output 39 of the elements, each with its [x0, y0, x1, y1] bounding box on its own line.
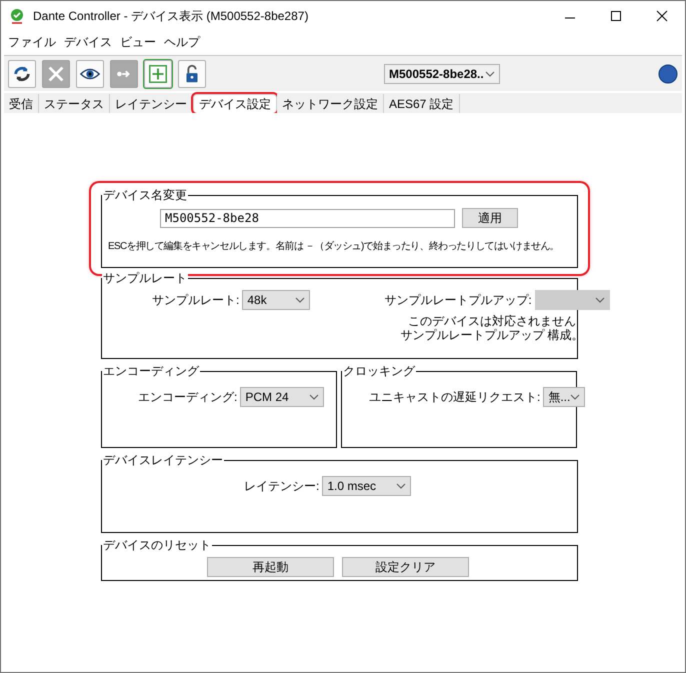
note-text: このデバイスは対応されません: [408, 314, 576, 328]
chevron-icon: [309, 394, 320, 400]
eye-icon[interactable]: [76, 60, 104, 88]
plus-icon[interactable]: [144, 60, 172, 88]
field-label: ユニキャストの遅延リクエスト:: [369, 389, 540, 406]
chevron-icon: [295, 297, 306, 303]
group-title: クロッキング: [342, 365, 416, 377]
check-logo-icon: [9, 8, 25, 24]
chevron-icon: [570, 394, 580, 400]
menu-item[interactable]: ヘルプ: [160, 33, 204, 51]
field-label: サンプルレートプルアップ:: [384, 292, 532, 309]
group-title: サンプルレート: [102, 272, 188, 284]
window-title: Dante Controller - デバイス表示 (M500552-8be287): [33, 8, 308, 25]
field-label: サンプルレート:: [152, 292, 240, 309]
hint-text: ESCを押して編集をキャンセルします。名前は －（ダッシュ)で始まったり、終わったりしてはいけません。: [108, 240, 560, 254]
tab[interactable]: デバイス設定: [193, 94, 277, 113]
menu-item[interactable]: デバイス: [60, 33, 116, 51]
dropdown[interactable]: M500552-8be28..: [384, 64, 500, 84]
refresh-icon[interactable]: [8, 60, 36, 88]
chevron-icon: [594, 297, 605, 303]
menu-item[interactable]: ビュー: [116, 33, 160, 51]
apply-button[interactable]: 適用: [462, 208, 518, 228]
chevron-icon: [485, 70, 495, 76]
reset-button[interactable]: 設定クリア: [342, 557, 469, 577]
group-title: デバイスレイテンシー: [102, 454, 224, 466]
name-field[interactable]: M500552-8be28: [160, 208, 455, 228]
reset-button[interactable]: 再起動: [207, 557, 334, 577]
note-text: サンプルレートプルアップ 構成。: [400, 328, 584, 342]
field-label: エンコーディング:: [138, 389, 238, 406]
dropdown[interactable]: 1.0 msec: [322, 476, 412, 496]
field-label: レイテンシー:: [244, 478, 320, 495]
dropdown[interactable]: PCM 24: [240, 387, 324, 407]
dropdown[interactable]: 無...: [543, 387, 586, 407]
menu-item[interactable]: ファイル: [4, 33, 60, 51]
padlock-icon[interactable]: [178, 60, 206, 88]
group-title: デバイス名変更: [102, 189, 188, 201]
group-title: エンコーディング: [102, 365, 200, 377]
chevron-icon: [396, 483, 406, 489]
dropdown[interactable]: 48k: [242, 290, 310, 310]
